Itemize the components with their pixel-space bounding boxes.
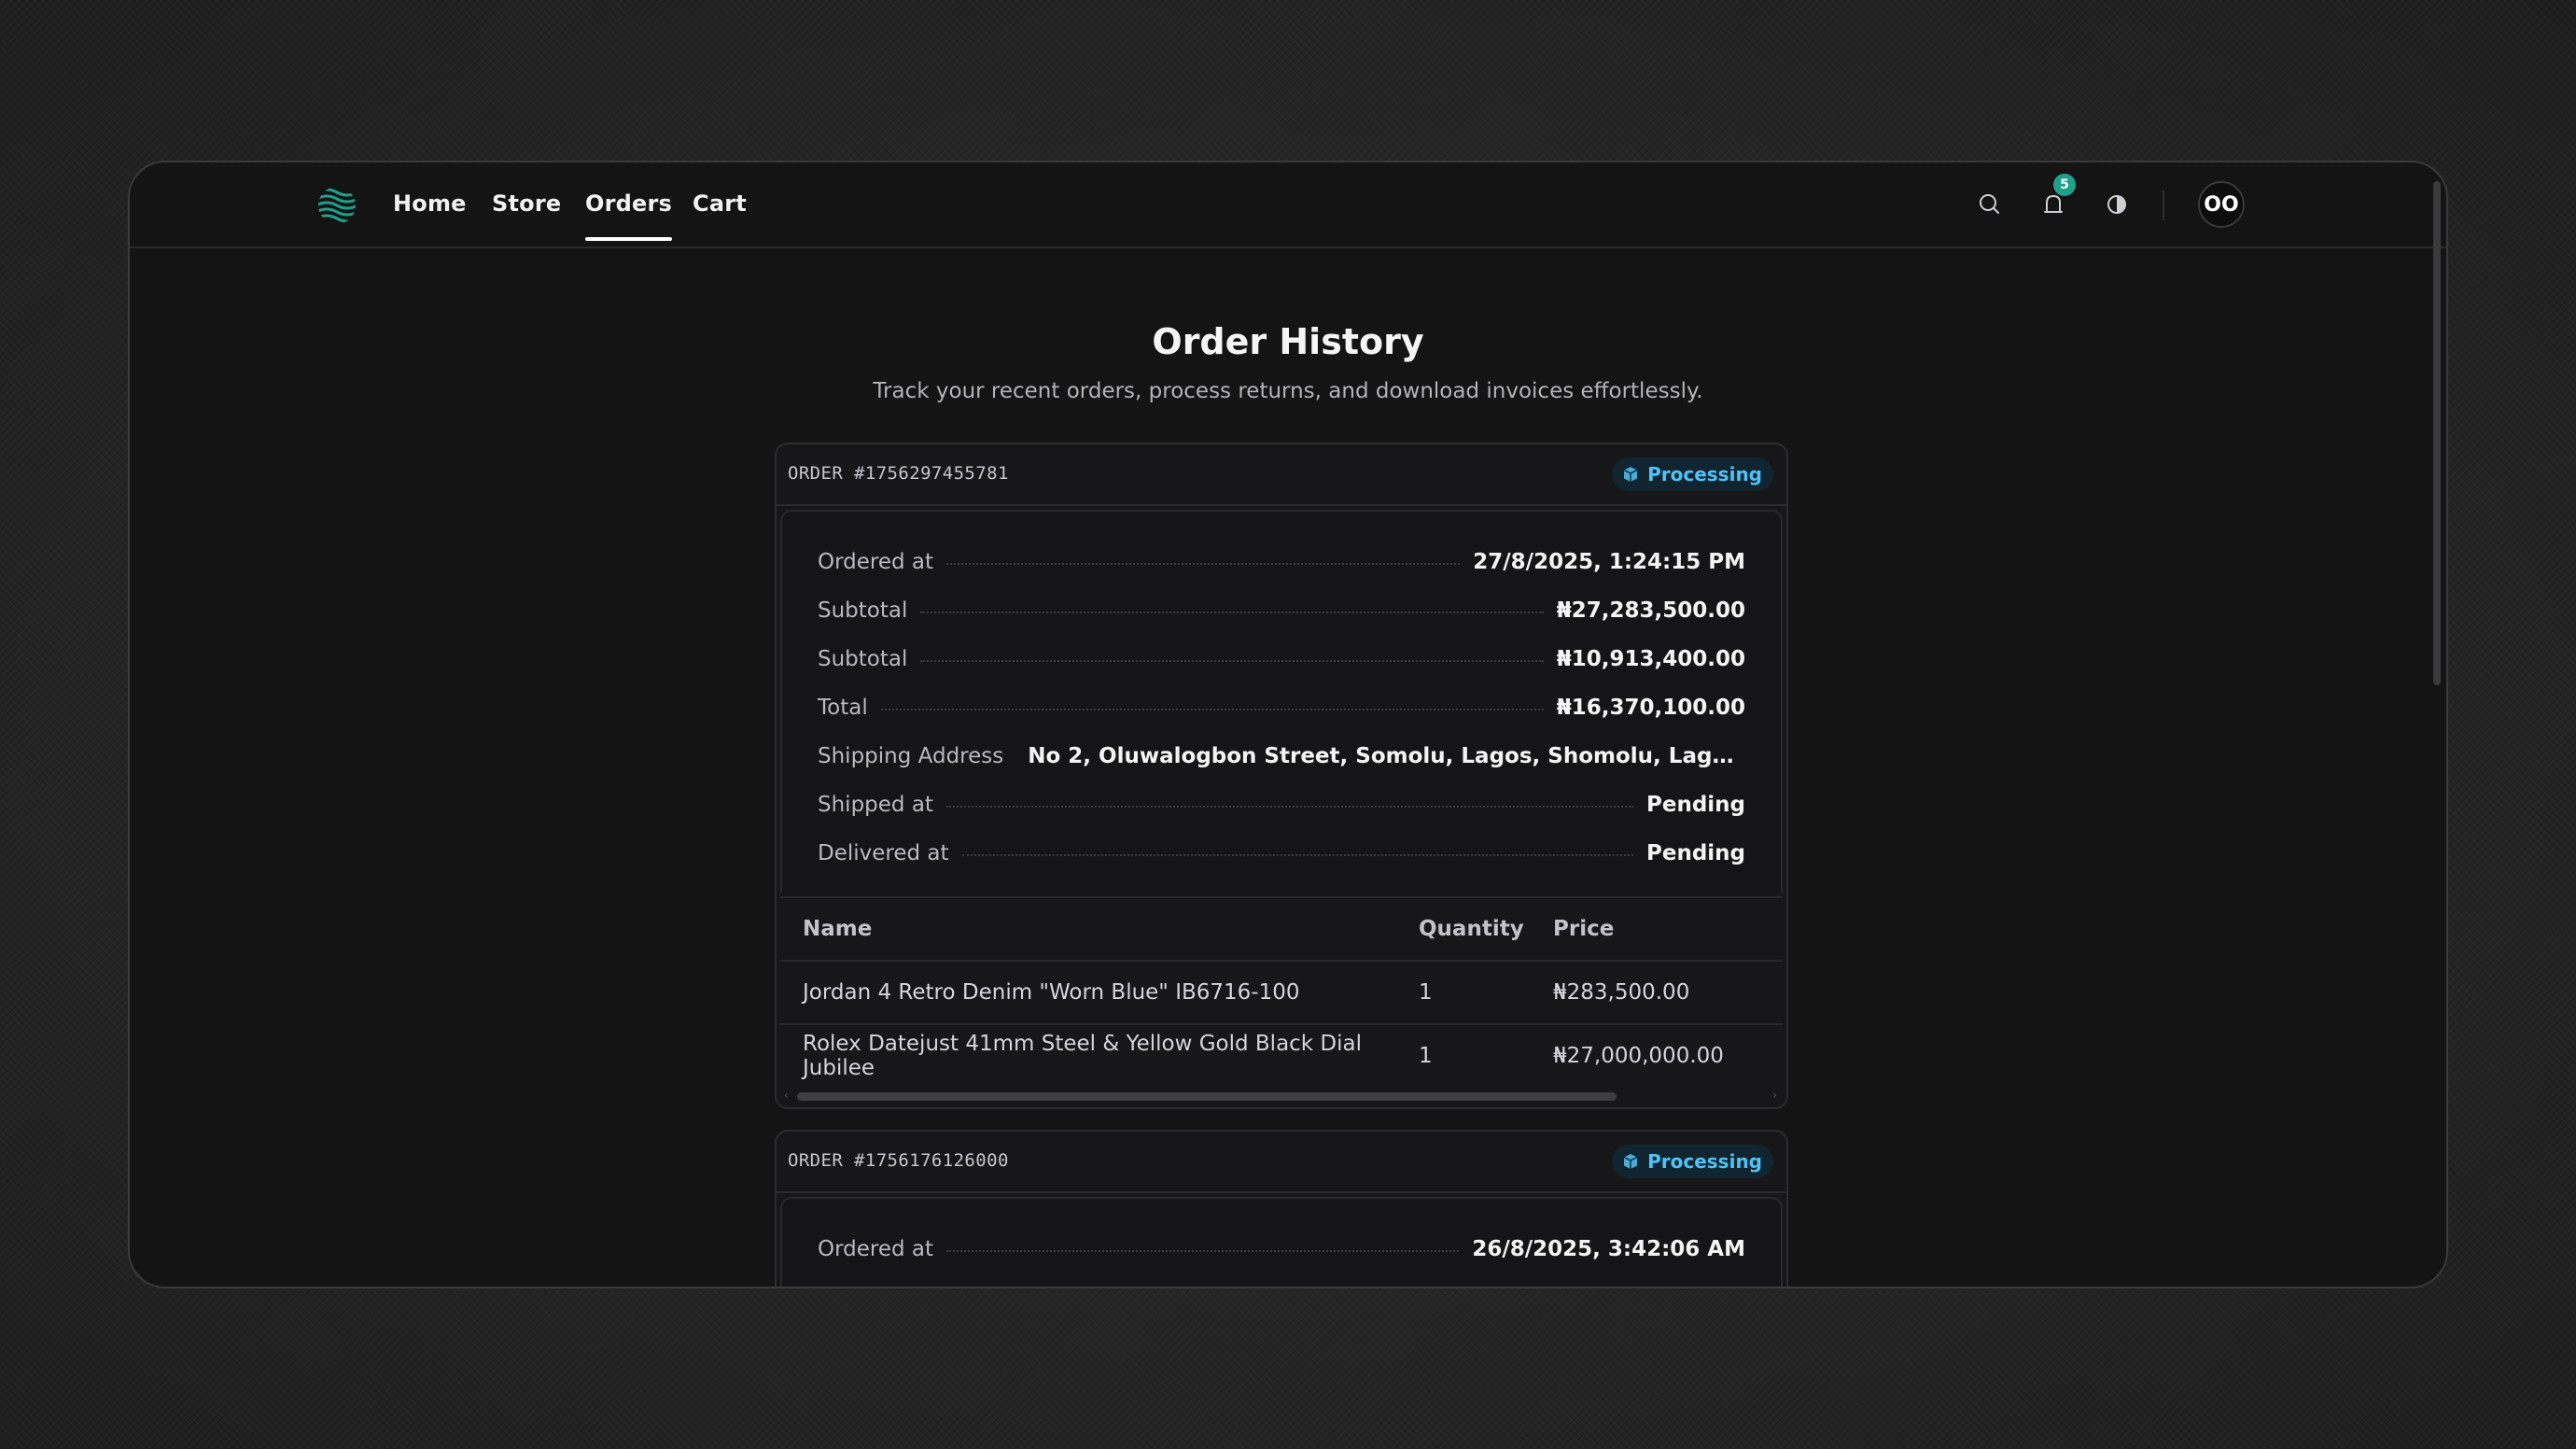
detail-value: ₦27,283,500.00 [1556, 598, 1745, 623]
search-icon[interactable] [1974, 189, 2006, 220]
order-number: ORDER #1756176126000 [788, 1150, 1009, 1171]
order-header: ORDER #1756176126000 Processing [777, 1132, 1786, 1193]
app-window: Home Store Orders Cart 5 OO Order Histor… [128, 161, 2448, 1288]
scroll-left-arrow-icon[interactable]: ‹ [784, 1089, 789, 1102]
item-quantity: 1 [1419, 980, 1433, 1005]
table-row[interactable]: Rolex Datejust 41mm Steel & Yellow Gold … [780, 1025, 1783, 1087]
dotted-leader [920, 612, 1544, 613]
detail-value: 27/8/2025, 1:24:15 PM [1473, 550, 1745, 574]
detail-label: Ordered at [818, 1237, 934, 1261]
detail-value: No 2, Oluwalogbon Street, Somolu, Lagos,… [1028, 744, 1745, 768]
detail-value: Pending [1645, 793, 1745, 817]
order-number: ORDER #1756297455781 [788, 463, 1009, 484]
page-title: Order History [1152, 321, 1424, 362]
detail-row-delivered-at: Delivered at Pending [818, 829, 1745, 878]
detail-value: Pending [1645, 841, 1745, 865]
item-quantity: 1 [1419, 1044, 1433, 1068]
horizontal-scrollbar[interactable]: ‹ › [780, 1087, 1783, 1107]
horizontal-scroll-thumb[interactable] [797, 1092, 1617, 1101]
status-label: Processing [1647, 1150, 1762, 1173]
dotted-leader [946, 563, 1461, 565]
page-subtitle: Track your recent orders, process return… [873, 379, 1703, 403]
order-details: Ordered at 27/8/2025, 1:24:15 PM Subtota… [780, 510, 1783, 893]
nav-divider [2163, 190, 2164, 220]
dotted-leader [946, 1250, 1460, 1252]
dotted-leader [880, 709, 1544, 710]
nav-store[interactable]: Store [492, 190, 561, 217]
dotted-leader [945, 806, 1633, 808]
package-icon [1623, 1154, 1638, 1169]
detail-row-subtotal: Subtotal ₦27,283,500.00 [818, 586, 1745, 635]
table-row[interactable]: Jordan 4 Retro Denim "Worn Blue" IB6716-… [780, 962, 1783, 1025]
detail-value: 26/8/2025, 3:42:06 AM [1472, 1237, 1745, 1261]
detail-label: Total [818, 696, 868, 720]
detail-label: Shipping Address [818, 744, 1004, 768]
detail-row-shipped-at: Shipped at Pending [818, 781, 1745, 829]
column-header-price: Price [1553, 917, 1615, 941]
theme-toggle-icon[interactable] [2101, 189, 2133, 220]
status-badge: Processing [1612, 1145, 1773, 1178]
detail-label: Ordered at [818, 550, 934, 574]
status-badge: Processing [1612, 457, 1773, 491]
detail-label: Subtotal [818, 598, 908, 623]
item-price: ₦283,500.00 [1553, 980, 1690, 1005]
order-items-table: Name Quantity Price Jordan 4 Retro Denim… [780, 896, 1783, 1087]
item-name: Rolex Datejust 41mm Steel & Yellow Gold … [803, 1032, 1363, 1080]
order-details: Ordered at 26/8/2025, 3:42:06 AM [780, 1197, 1783, 1287]
item-name: Jordan 4 Retro Denim "Worn Blue" IB6716-… [803, 980, 1300, 1005]
detail-row-subtotal: Subtotal ₦10,913,400.00 [818, 635, 1745, 683]
nav-orders[interactable]: Orders [585, 190, 673, 241]
top-navbar: Home Store Orders Cart 5 OO [130, 162, 2446, 248]
nav-cart[interactable]: Cart [693, 190, 747, 217]
table-header-row: Name Quantity Price [780, 898, 1783, 962]
nav-home[interactable]: Home [393, 190, 467, 217]
detail-label: Subtotal [818, 647, 908, 671]
dotted-leader [920, 660, 1544, 662]
detail-label: Delivered at [818, 841, 949, 865]
order-card: ORDER #1756297455781 Processing Ordered … [775, 443, 1788, 1109]
column-header-quantity: Quantity [1419, 917, 1524, 941]
notification-badge: 5 [2053, 174, 2076, 196]
vertical-scrollbar[interactable] [2433, 181, 2441, 685]
detail-value: ₦10,913,400.00 [1556, 647, 1745, 671]
package-icon [1623, 467, 1638, 482]
detail-row-shipping-address: Shipping Address No 2, Oluwalogbon Stree… [818, 732, 1745, 781]
user-avatar[interactable]: OO [2198, 181, 2245, 228]
order-card: ORDER #1756176126000 Processing Ordered … [775, 1130, 1788, 1287]
logo-icon[interactable] [316, 185, 357, 226]
detail-row-total: Total ₦16,370,100.00 [818, 683, 1745, 732]
status-label: Processing [1647, 463, 1762, 485]
detail-row-ordered-at: Ordered at 27/8/2025, 1:24:15 PM [818, 538, 1745, 586]
detail-value: ₦16,370,100.00 [1556, 696, 1745, 720]
column-header-name: Name [803, 917, 873, 941]
dotted-leader [961, 854, 1633, 856]
scroll-right-arrow-icon[interactable]: › [1772, 1089, 1777, 1102]
item-price: ₦27,000,000.00 [1553, 1044, 1724, 1068]
order-header: ORDER #1756297455781 Processing [777, 444, 1786, 506]
detail-row-ordered-at: Ordered at 26/8/2025, 3:42:06 AM [818, 1225, 1745, 1273]
detail-label: Shipped at [818, 793, 933, 817]
